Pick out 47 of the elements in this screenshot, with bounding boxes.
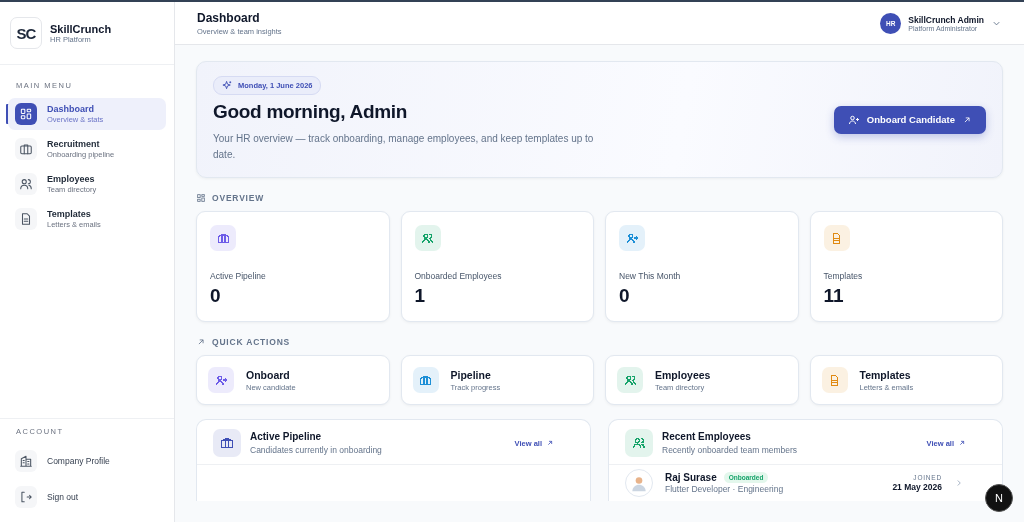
action-title: Templates xyxy=(859,368,912,381)
stat-label: Active Pipeline xyxy=(210,271,267,281)
panel-title: Active Pipeline xyxy=(250,431,323,442)
action-title: Employees xyxy=(655,368,711,381)
stat-label: Templates xyxy=(823,271,864,281)
stat-value: 0 xyxy=(210,285,222,307)
people-icon xyxy=(15,173,37,195)
onboard-candidate-button[interactable]: Onboard Candidate xyxy=(833,105,986,134)
grid-icon xyxy=(15,103,37,125)
brand-name: SkillCrunch xyxy=(50,22,112,35)
stat-label: New This Month xyxy=(619,271,682,281)
grid-icon xyxy=(196,193,206,203)
add-person-icon xyxy=(847,113,860,126)
section-heading: QUICK ACTIONS xyxy=(212,337,291,347)
employee-role: Flutter Developer · Engineering xyxy=(665,484,785,494)
stat-label: Onboarded Employees xyxy=(414,271,503,281)
briefcase-icon xyxy=(15,138,37,160)
panel-subtitle: Recently onboarded team members xyxy=(662,445,799,455)
stat-value: 11 xyxy=(823,285,845,307)
nav-label: Templates xyxy=(47,209,92,219)
document-icon xyxy=(15,208,37,230)
sparkle-icon xyxy=(222,80,233,91)
stat-value: 0 xyxy=(619,285,631,307)
stat-value: 1 xyxy=(414,285,427,307)
hero-description: Your HR overview — track onboarding, manage employees, and keep templates up to date. xyxy=(213,132,595,162)
sign-out-icon xyxy=(15,486,37,508)
action-title: Onboard xyxy=(246,368,291,381)
action-title: Pipeline xyxy=(450,368,492,381)
arrow-up-right-icon xyxy=(958,439,966,447)
arrow-up-right-icon xyxy=(546,439,554,447)
arrow-up-right-icon xyxy=(196,337,206,347)
panel-title: Recent Employees xyxy=(662,431,752,442)
nav-label: Employees xyxy=(47,174,96,184)
arrow-up-right-icon xyxy=(962,114,972,125)
dev-badge[interactable]: N xyxy=(985,484,1013,512)
panel-subtitle: Candidates currently in onboarding xyxy=(250,445,383,455)
page-title: Dashboard xyxy=(197,10,261,25)
greeting: Good morning, Admin xyxy=(213,101,409,123)
account-item[interactable]: Sign out xyxy=(0,480,174,516)
section-heading: OVERVIEW xyxy=(212,193,265,203)
nav-label: Recruitment xyxy=(47,139,101,149)
account-item[interactable]: Company Profile xyxy=(0,444,174,480)
joined-date: 21 May 2026 xyxy=(892,482,942,492)
employee-name: Raj Surase xyxy=(665,472,717,483)
building-icon xyxy=(15,450,37,472)
nav-label: Dashboard xyxy=(47,104,95,114)
logo: SC xyxy=(10,17,42,49)
